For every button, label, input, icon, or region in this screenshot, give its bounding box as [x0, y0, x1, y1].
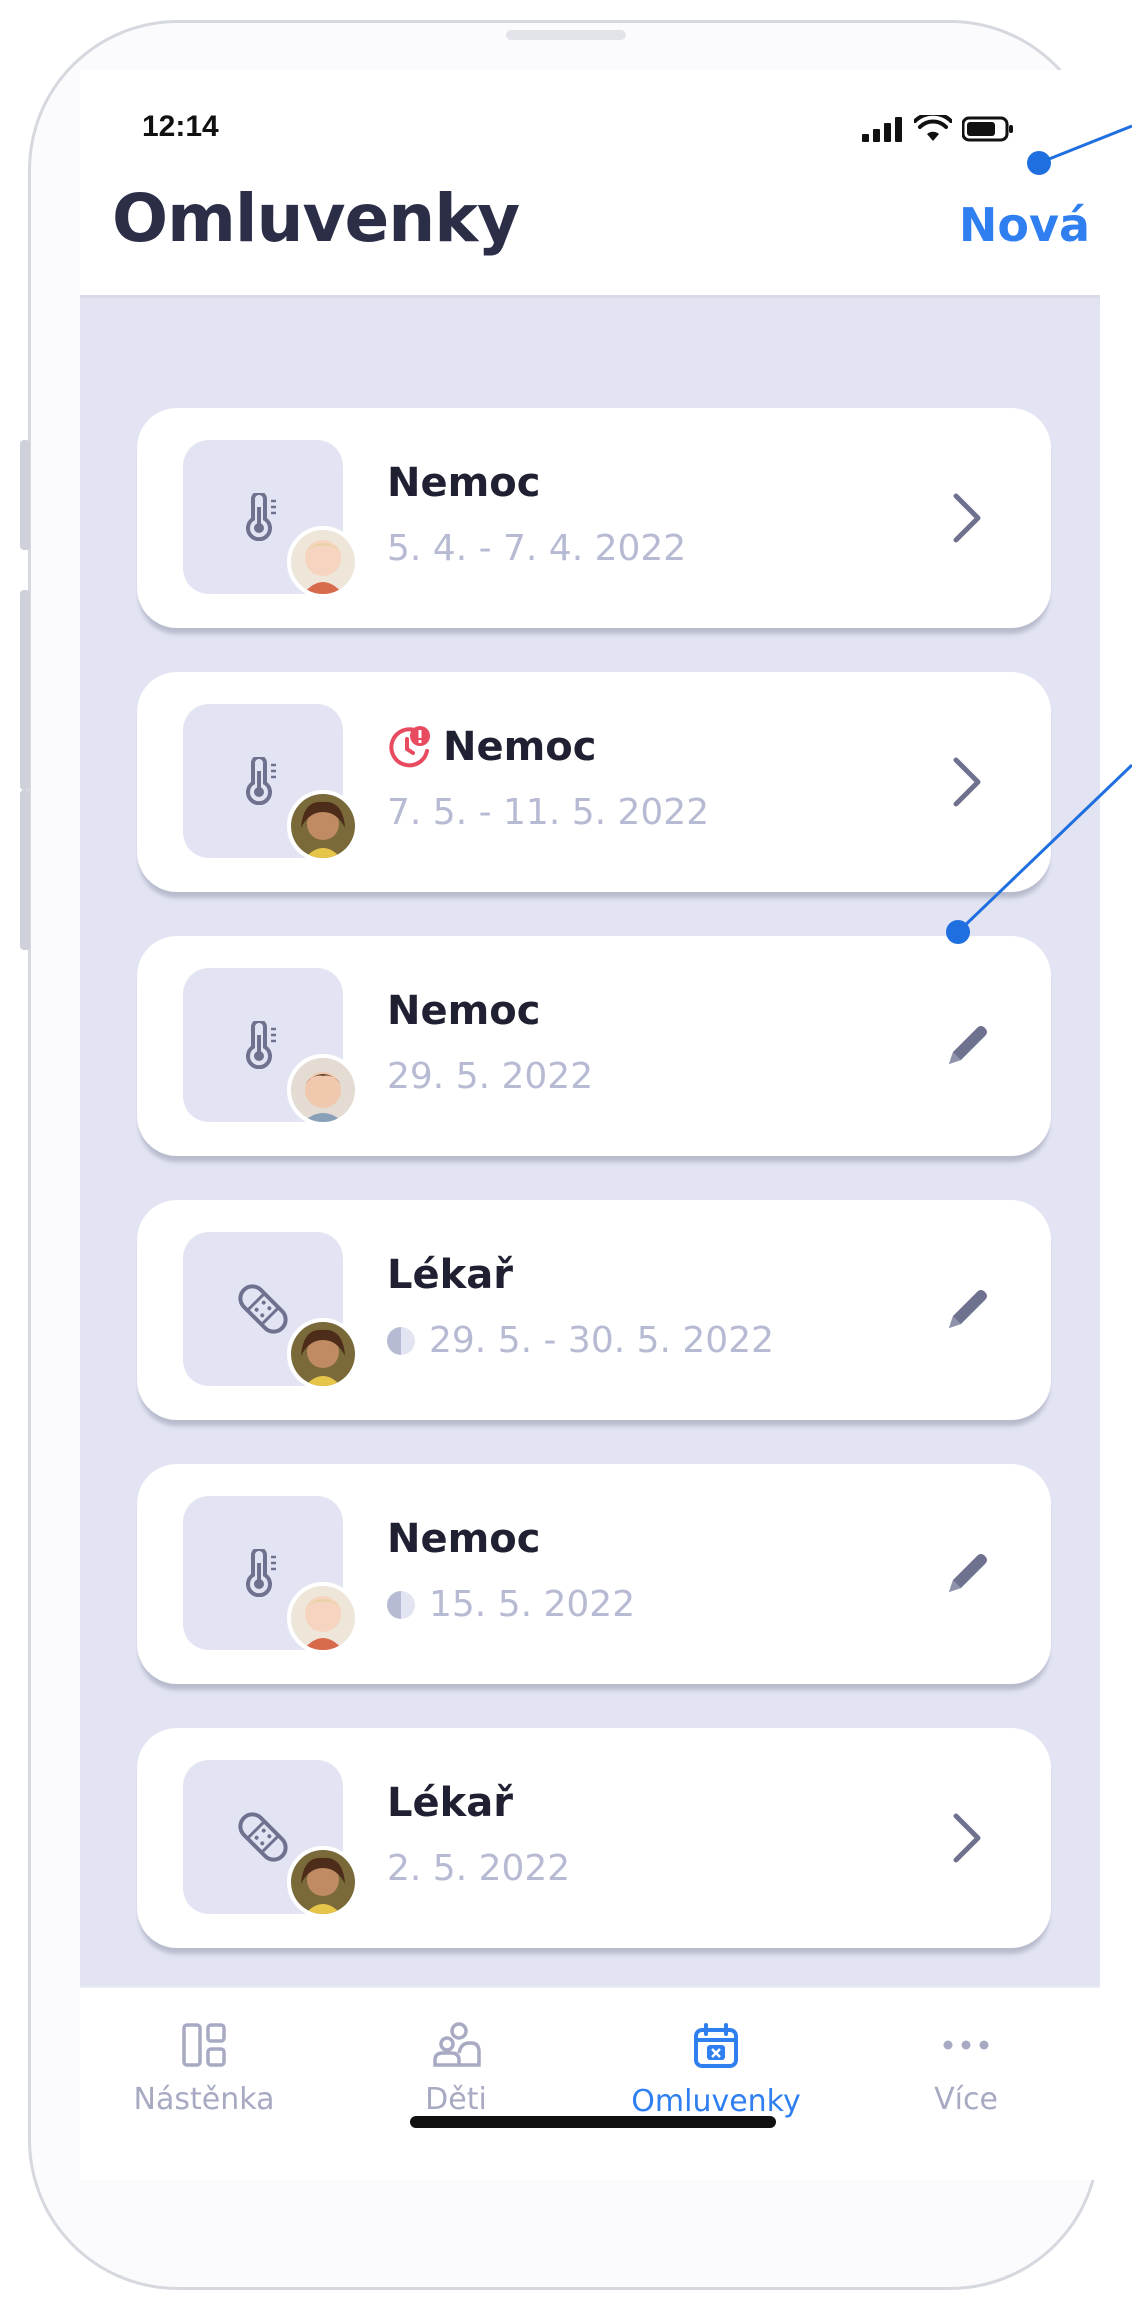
child-avatar: [287, 526, 359, 598]
excuse-title: Nemoc: [387, 724, 596, 770]
excuse-dates: 5. 4. - 7. 4. 2022: [387, 528, 686, 569]
excuse-title: Lékař: [387, 1780, 513, 1826]
thermometer-icon: [246, 493, 276, 541]
chevron-right-icon: [953, 757, 981, 807]
side-button: [20, 590, 30, 790]
thermometer-icon: [246, 1549, 276, 1597]
excuse-title: Nemoc: [387, 460, 540, 506]
child-avatar: [287, 1846, 359, 1918]
excuse-card[interactable]: Nemoc 29. 5. 2022: [137, 936, 1051, 1156]
excuse-type-label: Nemoc: [387, 460, 541, 506]
tab-excuses[interactable]: Omluvenky: [596, 2022, 836, 2119]
excuse-type-label: Nemoc: [443, 724, 597, 770]
excuse-type-label: Nemoc: [387, 1516, 541, 1562]
battery-icon: [962, 116, 1013, 142]
page-title: Omluvenky: [112, 180, 520, 257]
thermometer-icon: [246, 757, 276, 805]
half-day-icon: [387, 1326, 415, 1355]
pencil-icon: [949, 1290, 987, 1328]
tab-label: Děti: [425, 2082, 487, 2117]
dashboard-icon: [182, 2023, 226, 2067]
speaker-grille: [506, 30, 626, 40]
tab-dashboard[interactable]: Nástěnka: [84, 2022, 324, 2117]
excuse-list: Nemoc 5. 4. - 7. 4. 2022 Nemoc 7. 5. - 1…: [80, 298, 1100, 2180]
excuse-type-label: Nemoc: [387, 988, 541, 1034]
tab-more[interactable]: Více: [846, 2022, 1086, 2117]
home-indicator: [410, 2116, 776, 2128]
excuse-card[interactable]: Nemoc 15. 5. 2022: [137, 1464, 1051, 1684]
new-excuse-button[interactable]: Nová: [959, 198, 1090, 252]
edit-excuse-button[interactable]: [937, 1534, 997, 1614]
pencil-icon: [949, 1554, 987, 1592]
excuse-title: Nemoc: [387, 988, 540, 1034]
side-button: [20, 790, 30, 950]
excuse-card[interactable]: Lékař 2. 5. 2022: [137, 1728, 1051, 1948]
bandage-icon: [238, 1812, 288, 1862]
calendar-x-icon: [694, 2023, 738, 2068]
notch: [380, 70, 800, 136]
excuse-date-label: 29. 5. - 30. 5. 2022: [429, 1320, 775, 1361]
app-screen: 12:14 Omluvenky Nová Nemoc 5. 4. - 7. 4.…: [80, 70, 1100, 2180]
open-detail-button[interactable]: [937, 478, 997, 558]
excuse-card[interactable]: Lékař 29. 5. - 30. 5. 2022: [137, 1200, 1051, 1420]
excuse-date-label: 2. 5. 2022: [387, 1848, 571, 1889]
excuse-date-label: 5. 4. - 7. 4. 2022: [387, 528, 687, 569]
open-detail-button[interactable]: [937, 1798, 997, 1878]
excuse-date-label: 15. 5. 2022: [429, 1584, 636, 1625]
excuse-dates: 29. 5. - 30. 5. 2022: [387, 1320, 774, 1361]
chevron-right-icon: [953, 1813, 981, 1863]
tab-children[interactable]: Děti: [336, 2022, 576, 2117]
excuse-title: Lékař: [387, 1252, 513, 1298]
half-day-icon: [387, 1590, 415, 1619]
child-avatar: [287, 1582, 359, 1654]
bandage-icon: [238, 1284, 288, 1334]
alert-clock-icon: [389, 726, 430, 768]
excuse-card[interactable]: Nemoc 7. 5. - 11. 5. 2022: [137, 672, 1051, 892]
app-header: 12:14 Omluvenky Nová: [80, 70, 1100, 298]
wifi-icon: [914, 115, 952, 141]
excuse-date-label: 29. 5. 2022: [387, 1056, 594, 1097]
tab-label: Omluvenky: [631, 2084, 801, 2119]
child-avatar: [287, 790, 359, 862]
excuse-dates: 15. 5. 2022: [387, 1584, 635, 1625]
excuse-dates: 2. 5. 2022: [387, 1848, 570, 1889]
side-button: [20, 440, 30, 550]
pencil-icon: [949, 1026, 987, 1064]
cellular-signal-icon: [862, 117, 902, 142]
tab-label: Nástěnka: [133, 2082, 275, 2117]
status-time: 12:14: [142, 110, 219, 143]
tab-label: Více: [934, 2082, 998, 2117]
edit-excuse-button[interactable]: [937, 1270, 997, 1350]
thermometer-icon: [246, 1021, 276, 1069]
excuse-title: Nemoc: [387, 1516, 540, 1562]
chevron-right-icon: [953, 493, 981, 543]
excuse-dates: 7. 5. - 11. 5. 2022: [387, 792, 709, 833]
child-avatar: [287, 1054, 359, 1126]
excuse-date-label: 7. 5. - 11. 5. 2022: [387, 792, 710, 833]
open-detail-button[interactable]: [937, 742, 997, 822]
child-avatar: [287, 1318, 359, 1390]
excuse-card[interactable]: Nemoc 5. 4. - 7. 4. 2022: [137, 408, 1051, 628]
edit-excuse-button[interactable]: [937, 1006, 997, 1086]
status-icons: [860, 114, 1014, 144]
more-icon: [943, 2040, 989, 2050]
excuse-dates: 29. 5. 2022: [387, 1056, 593, 1097]
children-icon: [433, 2022, 481, 2067]
excuse-type-label: Lékař: [387, 1252, 513, 1298]
excuse-type-label: Lékař: [387, 1780, 513, 1826]
bottom-tab-bar: Nástěnka Děti Omluvenky Více: [80, 1986, 1100, 2180]
